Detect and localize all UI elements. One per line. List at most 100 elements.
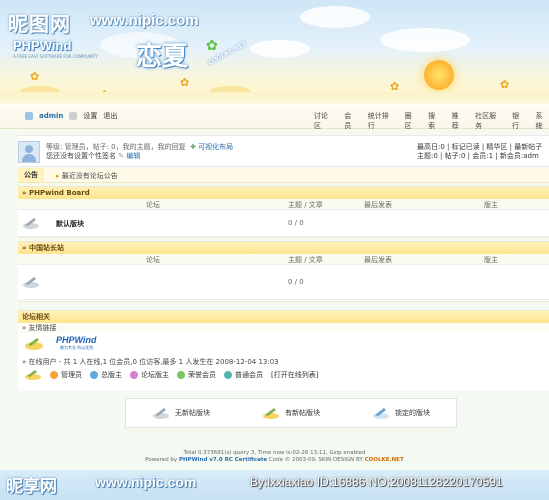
username-link[interactable]: admin [39,112,63,120]
cloud-decoration [300,6,370,28]
nav-link-recommend[interactable]: 推荐 [452,111,465,131]
site-logo-tagline: A FREE EASY SOFTWARE FOR COMMUNITY [13,54,98,59]
skin-designer-link[interactable]: COOLKE.NET [365,457,404,463]
forum-row[interactable]: 0 / 0 [18,265,549,300]
legend-label: 论坛版主 [141,371,169,379]
phpwind-logo-icon[interactable] [24,335,44,351]
ground-strip [0,92,549,104]
online-icon [25,370,41,380]
forum-row[interactable]: 默认版块 0 / 0 [18,210,549,237]
watermark-brand: 昵图网 [8,14,71,36]
friend-links-header: » 友情链接 [18,323,549,333]
watermark-band: 昵享网 www.nipic.com By:lxxiaxiao ID:16886 … [0,470,549,500]
nav-link-search[interactable]: 搜索 [428,111,441,131]
visual-layout-link[interactable]: 可视化布局 [198,143,233,151]
col-forum: 论坛 [146,201,160,209]
board-category-title[interactable]: » PHPwind Board [18,187,549,199]
honor-member-icon [177,371,185,379]
clover-icon: ✿ [206,38,218,54]
phpwind-link[interactable]: PHPWind v7.0 RC Certificate [179,457,267,463]
forum-stats: 0 / 0 [288,219,304,227]
forum-totals: 主题:0 | 帖子:0 | 会员:1 | 新会员:adm [417,152,539,160]
board-category-title[interactable]: » 中国站长站 [18,242,549,254]
legend-mod: 论坛版主 [130,370,169,380]
signature-text: 您还没有设置个性签名 [46,152,116,160]
avatar[interactable] [18,141,40,163]
board-column-headers: 论坛 主题 / 文章 最后发表 版主 [18,199,549,210]
flower-icon: ✿ [30,70,40,83]
col-moderator: 版主 [484,256,498,264]
announcement-message[interactable]: 最近没有论坛公告 [62,172,118,180]
forum-status-icon [23,277,39,288]
related-title: 论坛相关 [18,311,549,323]
super-moderator-icon [90,371,98,379]
settings-link[interactable]: 设置 [83,111,97,121]
col-forum: 论坛 [146,256,160,264]
legend-locked: 锁定的版块 [372,406,430,420]
new-posts-icon [263,408,279,419]
header-banner: 昵图网 www.nipic.com PHPWind A FREE EASY SO… [0,0,549,104]
edit-signature-link[interactable]: 编辑 [126,152,140,160]
nav-link-system[interactable]: 系统 [536,111,549,131]
signature-line: 您还没有设置个性签名 ✎ 编辑 [46,151,140,161]
col-moderator: 版主 [484,201,498,209]
nav-link-services[interactable]: 社区服务 [475,111,502,131]
legend-label: 有新帖版块 [285,409,320,417]
cloud-decoration [380,28,470,52]
top-navbar: admin 设置 退出 讨论区 会员 统计排行 圈区 搜索 推荐 社区服务 银行… [0,104,549,131]
watermark-url: www.nipic.com [90,12,199,29]
nav-link-forum[interactable]: 讨论区 [314,111,334,131]
logout-link[interactable]: 退出 [103,111,117,121]
board-category-phpwind: » PHPwind Board 论坛 主题 / 文章 最后发表 版主 默认版块 … [18,186,549,238]
settings-icon [69,112,78,120]
open-online-list-link[interactable]: [打开在线列表] [271,370,318,380]
watermark-brand-bottom: 昵享网 [6,477,57,496]
user-stats-text: 等级: 管理员，帖子: 0，我的主题，我的回复 [46,143,186,151]
user-menu: admin 设置 退出 [25,111,117,121]
col-topics: 主题 / 文章 [288,201,323,209]
board-column-headers: 论坛 主题 / 文章 最后发表 版主 [18,254,549,265]
announcement-tab[interactable]: 公告 [18,168,44,182]
forum-stats: 0 / 0 [288,278,304,286]
footer-copyright: Code © 2003-09, SKIN DESIGN BY [268,457,363,463]
online-users-summary: » 在线用户 - 共 1 人在线,1 位会员,0 位访客,最多 1 人发生在 2… [22,358,279,366]
legend-label: 锁定的版块 [395,409,430,417]
admin-icon [50,371,58,379]
skin-title: 恋夏 [136,42,189,72]
forum-name[interactable]: 默认版块 [56,219,84,229]
nav-link-members[interactable]: 会员 [344,111,357,131]
edit-icon: ✎ [118,152,125,160]
nav-link-bank[interactable]: 银行 [512,111,525,131]
partner-tagline: 做为专业 所以优秀 [60,345,94,350]
announcement-text: ▸ 最近没有论坛公告 [56,171,118,181]
sun-icon [424,60,454,90]
flower-icon: ✿ [180,76,190,89]
cloud-decoration [250,40,310,58]
legend-admin: 管理员 [50,370,82,380]
legend-label: 普通会员 [235,371,263,379]
legend-super-mod: 总版主 [90,370,122,380]
bullet-icon: ▸ [56,172,60,180]
footer-powered-label: Powered by [145,457,178,463]
nav-link-stats[interactable]: 统计排行 [368,111,395,131]
page-footer: Total 0.373691(s) query 3, Time now is:0… [0,450,549,464]
site-logo[interactable]: PHPWind [13,38,71,53]
plus-icon: ✚ [190,143,196,151]
nav-link-circles[interactable]: 圈区 [405,111,418,131]
main-nav: 讨论区 会员 统计排行 圈区 搜索 推荐 社区服务 银行 系统 [314,111,549,131]
legend-has-new: 有新帖版块 [262,406,320,420]
no-new-posts-icon [153,408,169,419]
user-group-legend: 管理员 总版主 论坛版主 荣誉会员 普通会员 [打开在线列表] [24,369,318,381]
forum-status-icon [23,218,39,229]
legend-member: 普通会员 [224,370,263,380]
user-info-box: 等级: 管理员，帖子: 0，我的主题，我的回复 ✚ 可视化布局 您还没有设置个性… [18,135,549,167]
legend-no-new: 无新帖版块 [152,406,210,420]
col-last-post: 最后发表 [364,256,392,264]
watermark-id: By:lxxiaxiao ID:16886 NO:200811282201705… [250,475,503,489]
footer-debug-line: Total 0.373691(s) query 3, Time now is:0… [183,450,366,456]
legend-label: 总版主 [101,371,122,379]
board-category-chinaz: » 中国站长站 论坛 主题 / 文章 最后发表 版主 0 / 0 [18,241,549,302]
announcement-bar: 公告 ▸ 最近没有论坛公告 [18,168,549,183]
col-last-post: 最后发表 [364,201,392,209]
partner-logo-link[interactable]: PHPWind [56,335,96,345]
